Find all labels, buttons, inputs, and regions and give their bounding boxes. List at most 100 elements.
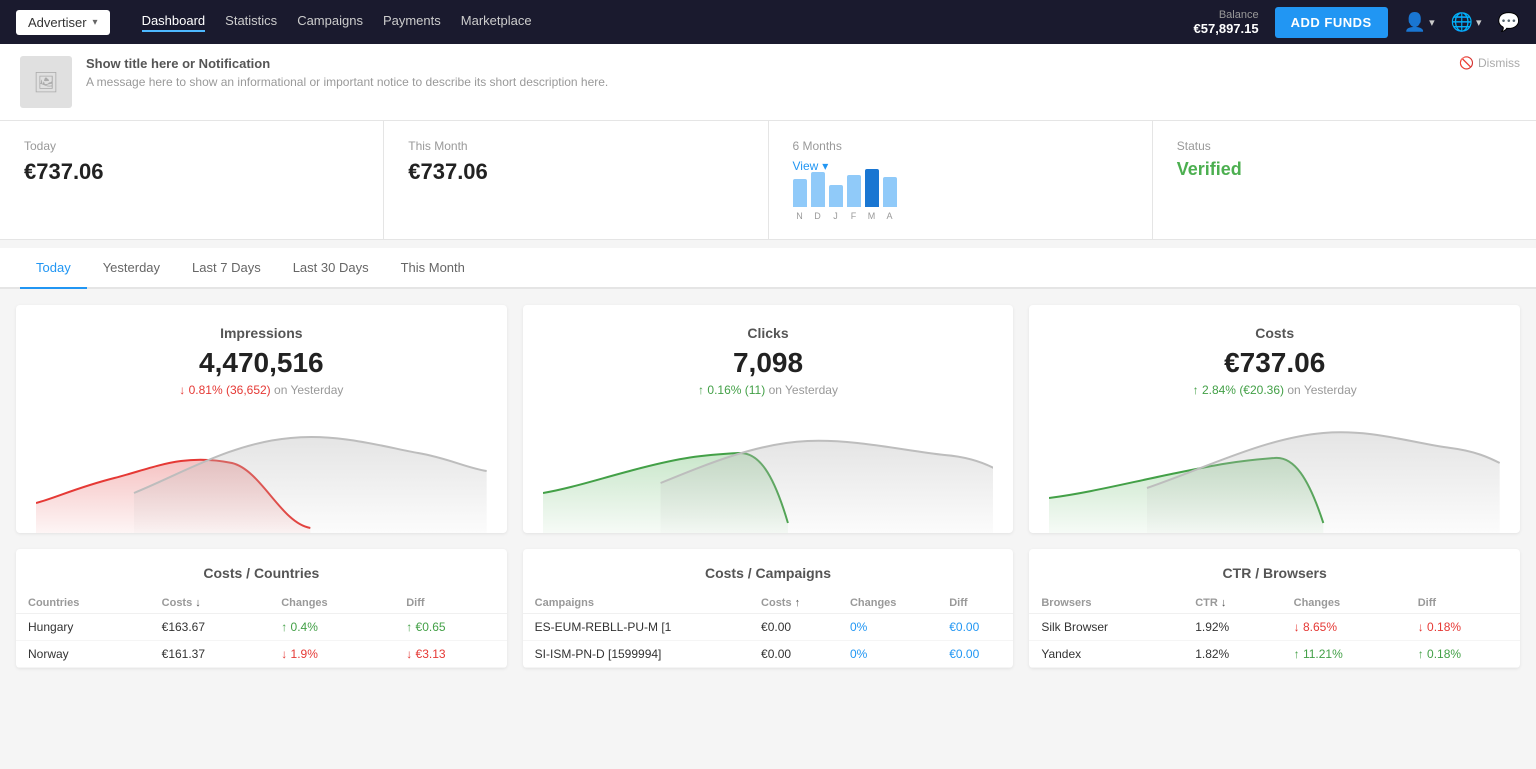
browsers-table-header: Browsers CTR Changes Diff: [1029, 593, 1520, 614]
browser-changes: ↑ 11.21%: [1282, 641, 1406, 668]
table-row: Yandex 1.82% ↑ 11.21% ↑ 0.18%: [1029, 641, 1520, 668]
dismiss-button[interactable]: 🚫 Dismiss: [1459, 56, 1520, 70]
six-months-label: 6 Months: [793, 139, 1128, 153]
campaign-name: ES-EUM-REBLL-PU-M [1: [523, 614, 749, 641]
table-row: Silk Browser 1.92% ↓ 8.65% ↓ 0.18%: [1029, 614, 1520, 641]
campaigns-col-diff[interactable]: Diff: [937, 593, 1013, 614]
impressions-card: Impressions 4,470,516 ↓ 0.81% (36,652) o…: [16, 305, 507, 533]
browser-name: Yandex: [1029, 641, 1183, 668]
clicks-card: Clicks 7,098 ↑ 0.16% (11) on Yesterday: [523, 305, 1014, 533]
month-bar: [829, 185, 843, 207]
campaigns-table-title: Costs / Campaigns: [523, 565, 1014, 581]
month-bar-group: J: [829, 185, 843, 221]
nav-dashboard[interactable]: Dashboard: [142, 9, 206, 36]
nav-campaigns[interactable]: Campaigns: [297, 9, 363, 36]
campaign-costs: €0.00: [749, 614, 838, 641]
campaigns-table-header: Campaigns Costs Changes Diff: [523, 593, 1014, 614]
top-navigation: Advertiser ▾ Dashboard Statistics Campai…: [0, 0, 1536, 44]
advertiser-selector[interactable]: Advertiser ▾: [16, 10, 110, 35]
balance-label: Balance: [1194, 9, 1259, 21]
dismiss-label: Dismiss: [1478, 56, 1520, 70]
nav-links: Dashboard Statistics Campaigns Payments …: [142, 9, 532, 36]
campaigns-col-campaign[interactable]: Campaigns: [523, 593, 749, 614]
countries-col-country[interactable]: Countries: [16, 593, 150, 614]
impressions-title: Impressions: [36, 325, 487, 341]
status-value: Verified: [1177, 159, 1512, 180]
campaign-changes: 0%: [838, 641, 937, 668]
impressions-value: 4,470,516: [36, 347, 487, 379]
browsers-col-changes[interactable]: Changes: [1282, 593, 1406, 614]
costs-change-pct: 2.84%: [1202, 383, 1236, 397]
user-icon[interactable]: 👤 ▾: [1404, 12, 1435, 33]
clicks-change-abs: (11): [745, 383, 765, 397]
campaign-costs: €0.00: [749, 641, 838, 668]
month-bar: [847, 175, 861, 207]
today-card: Today €737.06: [0, 121, 384, 239]
tab-yesterday[interactable]: Yesterday: [87, 248, 176, 289]
table-row: ES-EUM-REBLL-PU-M [1 €0.00 0% €0.00: [523, 614, 1014, 641]
costs-value: €737.06: [1049, 347, 1500, 379]
tab-last30days[interactable]: Last 30 Days: [277, 248, 385, 289]
browser-ctr: 1.92%: [1183, 614, 1281, 641]
campaigns-col-changes[interactable]: Changes: [838, 593, 937, 614]
clicks-chart: [543, 413, 994, 533]
status-label: Status: [1177, 139, 1512, 153]
country-costs: €161.37: [150, 641, 270, 668]
topnav-right: Balance €57,897.15 ADD FUNDS 👤 ▾ 🌐 ▾ 💬: [1194, 7, 1520, 38]
notifications-icon[interactable]: 💬: [1498, 12, 1520, 33]
countries-col-diff[interactable]: Diff: [394, 593, 506, 614]
banner-content: Show title here or Notification A messag…: [86, 56, 1516, 89]
countries-table-card: Costs / Countries Countries Costs Change…: [16, 549, 507, 668]
today-label: Today: [24, 139, 359, 153]
countries-col-costs[interactable]: Costs: [150, 593, 270, 614]
month-label: F: [851, 211, 857, 221]
impressions-change-pct: 0.81%: [189, 383, 223, 397]
costs-card: Costs €737.06 ↑ 2.84% (€20.36) on Yester…: [1029, 305, 1520, 533]
this-month-label: This Month: [408, 139, 743, 153]
tab-today[interactable]: Today: [20, 248, 87, 289]
browsers-table-card: CTR / Browsers Browsers CTR Changes Diff…: [1029, 549, 1520, 668]
tab-last7days[interactable]: Last 7 Days: [176, 248, 277, 289]
month-label: D: [814, 211, 821, 221]
notification-banner: 🖼 Show title here or Notification A mess…: [0, 44, 1536, 121]
impressions-change-arrow: ↓: [179, 383, 188, 397]
countries-table: Countries Costs Changes Diff Hungary €16…: [16, 593, 507, 668]
nav-payments[interactable]: Payments: [383, 9, 441, 36]
costs-change: ↑ 2.84% (€20.36) on Yesterday: [1049, 383, 1500, 397]
nav-statistics[interactable]: Statistics: [225, 9, 277, 36]
months-chart: NDJFMA: [793, 181, 1128, 221]
campaign-diff: €0.00: [937, 641, 1013, 668]
month-bar-group: D: [811, 172, 825, 221]
balance-info: Balance €57,897.15: [1194, 9, 1259, 36]
month-label: A: [886, 211, 892, 221]
clicks-change-label: on Yesterday: [769, 383, 838, 397]
costs-title: Costs: [1049, 325, 1500, 341]
tab-thismonth[interactable]: This Month: [385, 248, 481, 289]
month-bar-group: F: [847, 175, 861, 221]
browsers-col-diff[interactable]: Diff: [1406, 593, 1520, 614]
campaign-diff: €0.00: [937, 614, 1013, 641]
browser-ctr: 1.82%: [1183, 641, 1281, 668]
this-month-value: €737.06: [408, 159, 743, 185]
dismiss-icon: 🚫: [1459, 56, 1474, 70]
add-funds-button[interactable]: ADD FUNDS: [1275, 7, 1388, 38]
browsers-table: Browsers CTR Changes Diff Silk Browser 1…: [1029, 593, 1520, 668]
country-changes: ↓ 1.9%: [269, 641, 394, 668]
month-bar: [865, 169, 879, 207]
nav-marketplace[interactable]: Marketplace: [461, 9, 532, 36]
countries-col-changes[interactable]: Changes: [269, 593, 394, 614]
browser-diff: ↑ 0.18%: [1406, 641, 1520, 668]
impressions-area-chart: [36, 413, 487, 533]
today-value: €737.06: [24, 159, 359, 185]
browsers-col-browser[interactable]: Browsers: [1029, 593, 1183, 614]
language-icon[interactable]: 🌐 ▾: [1451, 12, 1482, 33]
costs-change-label: on Yesterday: [1287, 383, 1356, 397]
advertiser-label: Advertiser: [28, 15, 87, 30]
campaign-changes: 0%: [838, 614, 937, 641]
campaigns-col-costs[interactable]: Costs: [749, 593, 838, 614]
view-link[interactable]: View ▾: [793, 159, 1128, 173]
country-name: Hungary: [16, 614, 150, 641]
browsers-col-ctr[interactable]: CTR: [1183, 593, 1281, 614]
impressions-change-label: on Yesterday: [274, 383, 343, 397]
clicks-change-arrow: ↑: [698, 383, 707, 397]
